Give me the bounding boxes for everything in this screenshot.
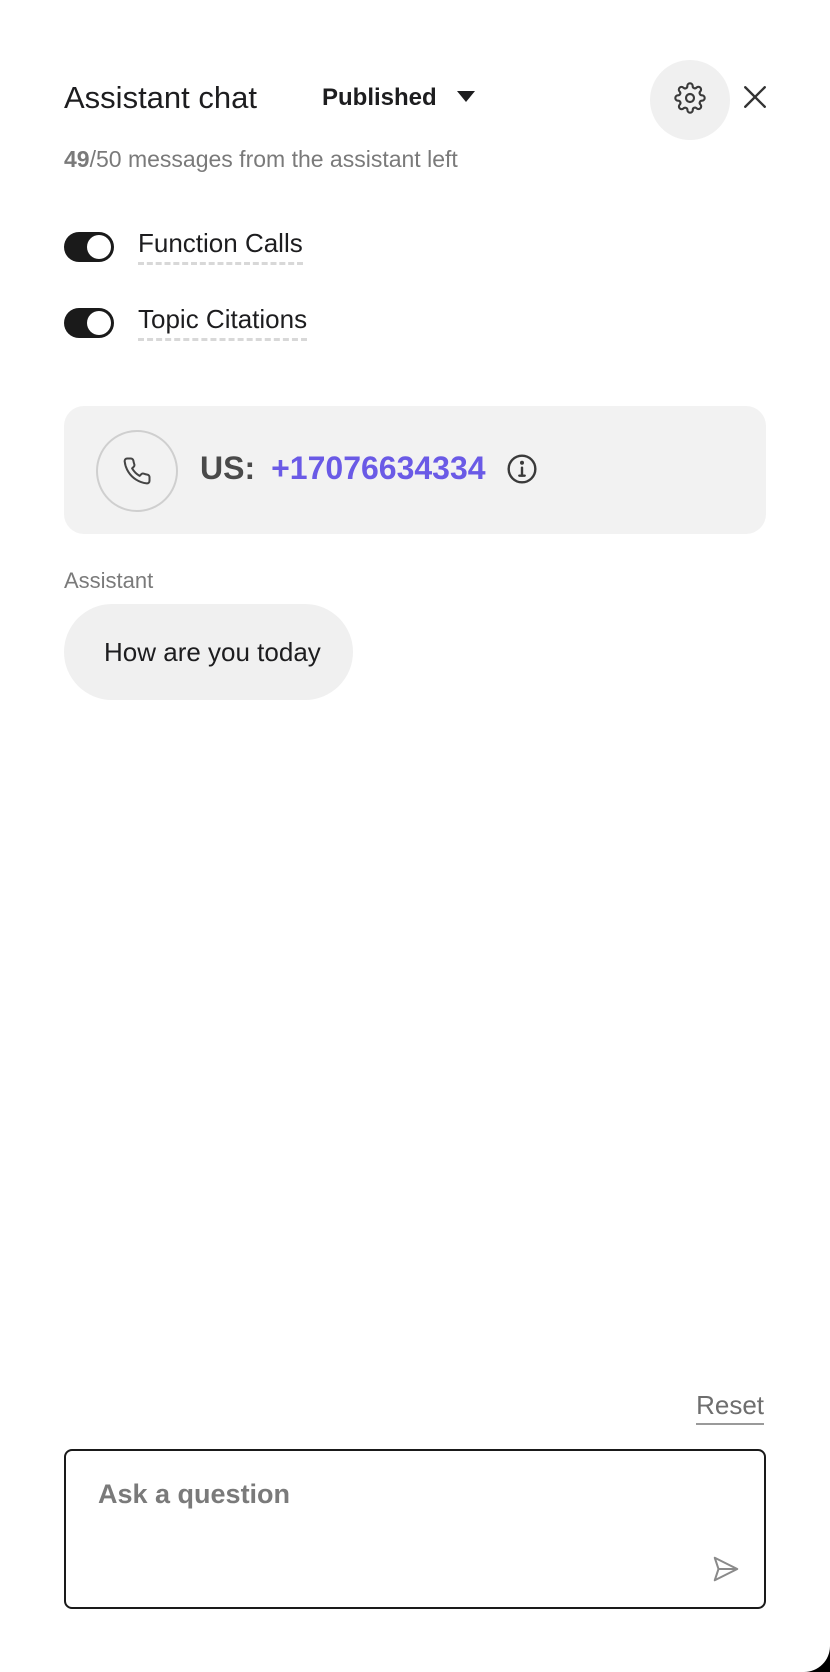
- phone-number-link[interactable]: +17076634334: [271, 450, 485, 487]
- topic-citations-toggle[interactable]: [64, 307, 114, 338]
- question-input[interactable]: [96, 1477, 720, 1561]
- assistant-chat-panel: Assistant chat Published 49/50 messages …: [0, 0, 830, 1672]
- close-button[interactable]: [730, 74, 780, 124]
- phone-line: US: +17076634334: [200, 450, 538, 487]
- info-icon[interactable]: [506, 453, 538, 485]
- toggle-row-topic-citations: Topic Citations: [64, 304, 308, 341]
- topic-citations-label[interactable]: Topic Citations: [138, 304, 308, 341]
- phone-number-card: US: +17076634334: [64, 406, 766, 534]
- send-button[interactable]: [706, 1551, 746, 1591]
- toggle-knob: [87, 234, 111, 259]
- gear-icon: [674, 81, 706, 119]
- status-dropdown[interactable]: Published: [322, 84, 475, 112]
- status-label: Published: [322, 84, 437, 111]
- message-counter: 49/50 messages from the assistant left: [64, 146, 458, 173]
- phone-icon: [96, 430, 178, 512]
- close-icon: [742, 84, 768, 115]
- reset-button[interactable]: Reset: [696, 1390, 764, 1425]
- toggle-row-function-calls: Function Calls: [64, 228, 303, 265]
- message-sender: Assistant: [64, 568, 154, 593]
- function-calls-toggle[interactable]: [64, 231, 114, 262]
- chevron-down-icon: [456, 90, 475, 102]
- country-code: US:: [200, 450, 256, 486]
- page-title: Assistant chat: [64, 80, 257, 115]
- send-icon: [711, 1554, 741, 1589]
- messages-used-count: 49: [64, 146, 90, 172]
- toggle-knob: [87, 310, 111, 335]
- settings-button[interactable]: [650, 60, 730, 140]
- messages-left-text: /50 messages from the assistant left: [89, 146, 458, 172]
- header: Assistant chat Published: [64, 56, 790, 140]
- function-calls-label[interactable]: Function Calls: [138, 228, 303, 265]
- question-input-box: [64, 1449, 766, 1609]
- assistant-message-bubble: How are you today: [64, 604, 353, 700]
